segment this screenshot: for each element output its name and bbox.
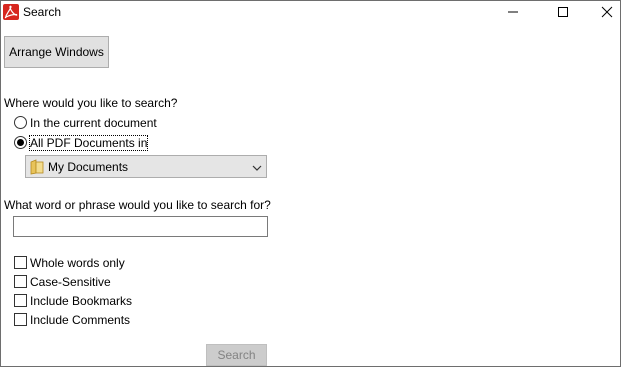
radio-current-document-label[interactable]: In the current document	[30, 116, 157, 130]
checkbox-include-comments[interactable]	[14, 313, 27, 326]
checkbox-whole-words-label[interactable]: Whole words only	[30, 256, 125, 270]
radio-all-pdf-documents[interactable]	[14, 136, 27, 149]
search-phrase-input[interactable]	[13, 216, 268, 237]
checkbox-include-bookmarks-label[interactable]: Include Bookmarks	[30, 294, 132, 308]
checkbox-case-sensitive-label[interactable]: Case-Sensitive	[30, 275, 111, 289]
chevron-down-icon	[252, 162, 262, 172]
folder-icon	[30, 159, 44, 175]
location-value: My Documents	[48, 160, 129, 174]
radio-all-pdf-documents-label[interactable]: All PDF Documents in	[28, 135, 149, 151]
checkbox-include-comments-label[interactable]: Include Comments	[30, 313, 130, 327]
checkbox-case-sensitive[interactable]	[14, 275, 27, 288]
maximize-button[interactable]	[543, 1, 583, 23]
phrase-question: What word or phrase would you like to se…	[4, 198, 271, 212]
minimize-button[interactable]	[493, 1, 533, 23]
close-icon	[601, 6, 613, 18]
scope-question: Where would you like to search?	[4, 96, 178, 110]
search-button[interactable]: Search	[206, 344, 267, 366]
location-dropdown[interactable]: My Documents	[25, 155, 267, 178]
title-bar: Search	[1, 1, 620, 24]
search-window: Search Arrange Windows Where would you l…	[0, 0, 621, 367]
window-title: Search	[23, 5, 62, 19]
arrange-windows-button[interactable]: Arrange Windows	[4, 36, 109, 68]
maximize-icon	[558, 7, 568, 17]
checkbox-whole-words[interactable]	[14, 256, 27, 269]
checkbox-include-bookmarks[interactable]	[14, 294, 27, 307]
acrobat-logo-icon	[3, 4, 19, 20]
radio-current-document[interactable]	[14, 116, 27, 129]
close-button[interactable]	[587, 1, 621, 23]
minimize-icon	[508, 11, 518, 13]
